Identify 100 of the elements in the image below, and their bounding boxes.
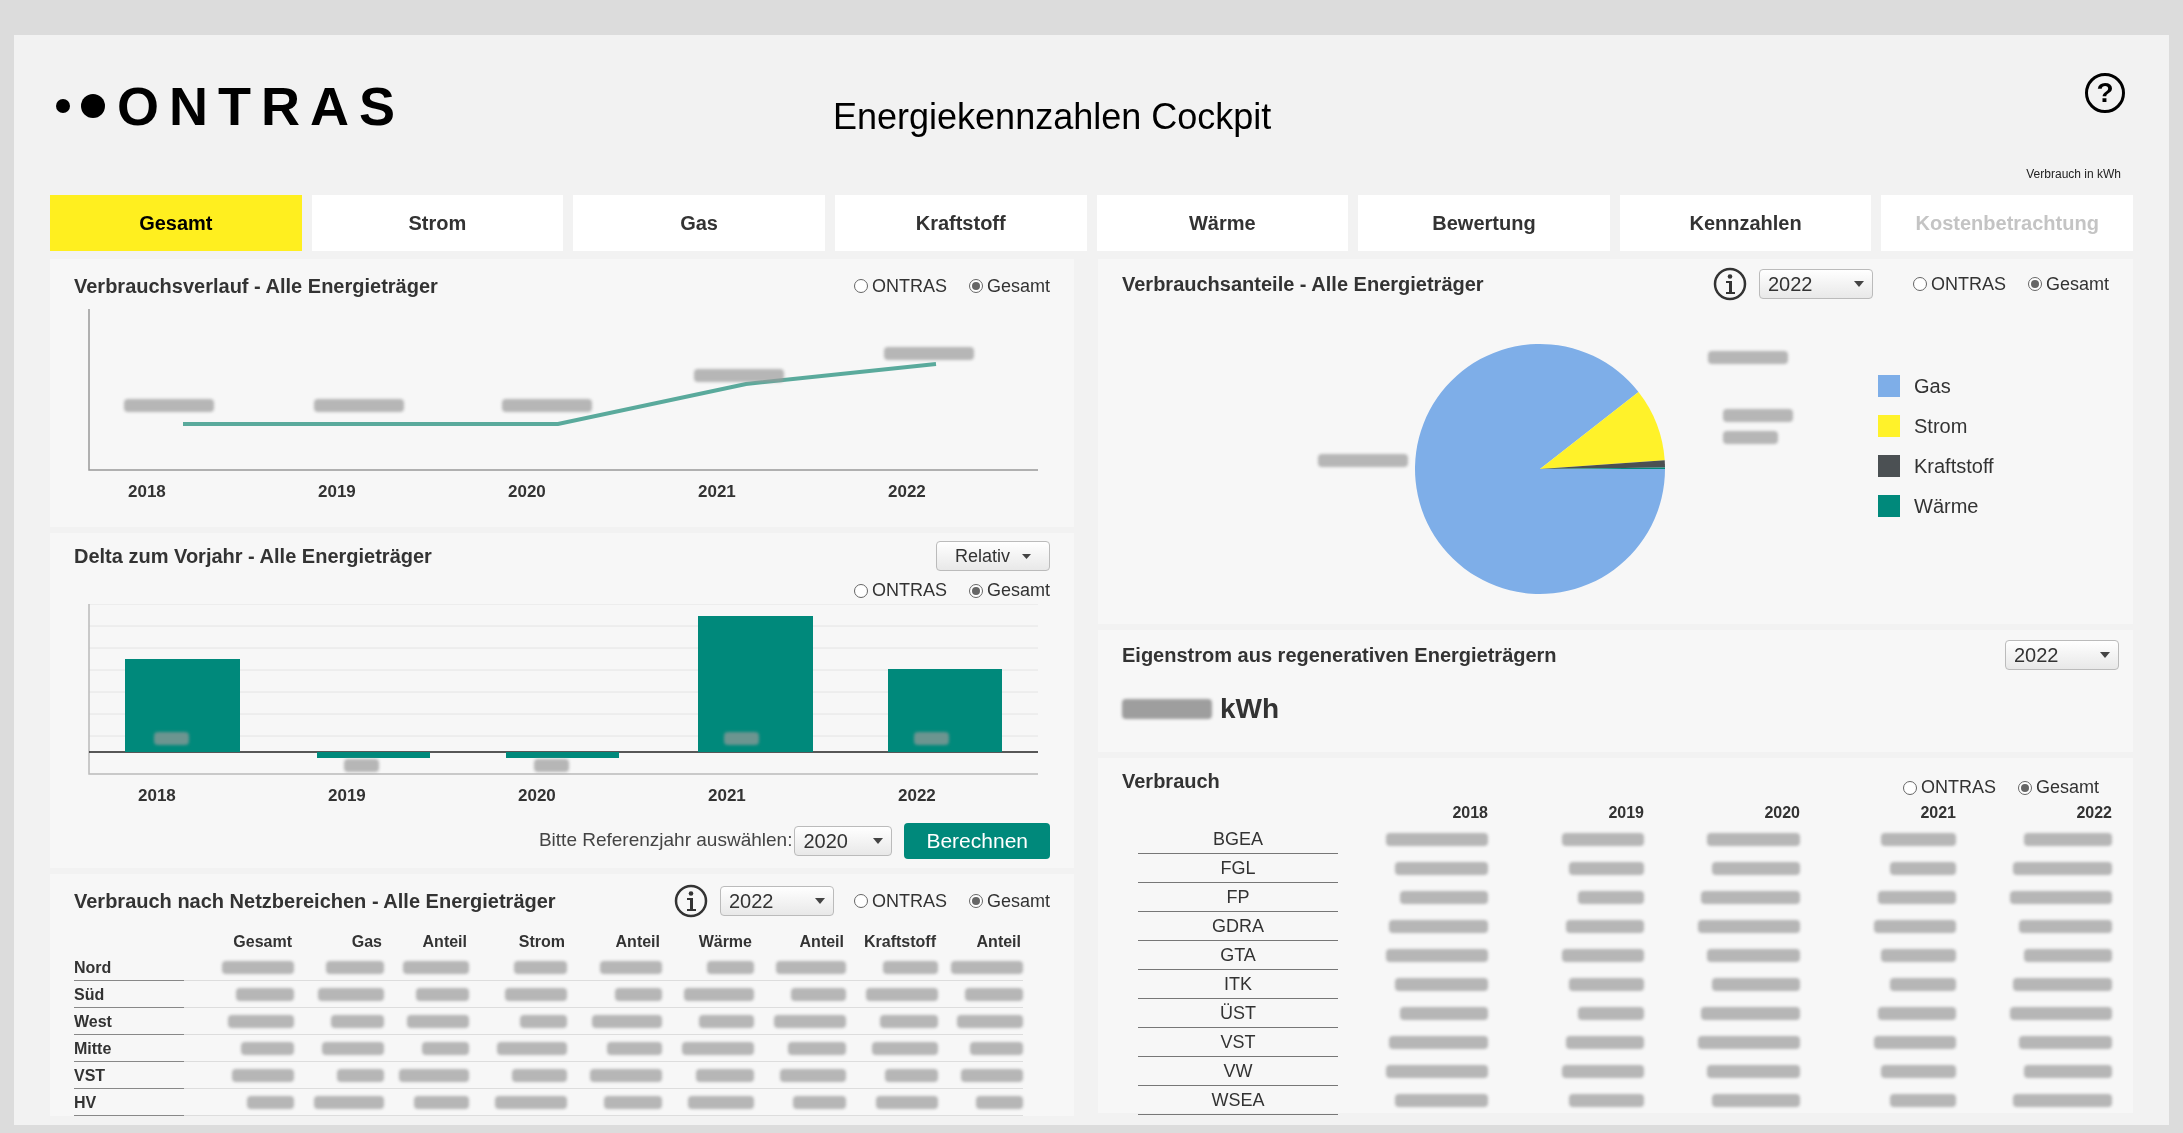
- column-header: Gesamt: [232, 932, 293, 952]
- tab[interactable]: Kraftstoff: [834, 195, 1087, 251]
- panel-title: Verbrauchsanteile - Alle Energieträger: [1122, 272, 1484, 297]
- blurred-value: [790, 987, 846, 1001]
- row-label: WSEA: [1138, 1086, 1338, 1115]
- scope-radio[interactable]: Gesamt: [968, 272, 1050, 300]
- mode-dropdown[interactable]: Relativ: [935, 541, 1050, 571]
- scope-radio[interactable]: ONTRAS: [1902, 774, 1996, 801]
- scope-radio[interactable]: ONTRAS: [853, 577, 947, 604]
- blurred-value: [780, 1068, 846, 1082]
- year-dropdown[interactable]: 2022: [719, 886, 834, 916]
- blurred-value: [236, 987, 294, 1001]
- tab[interactable]: Strom: [311, 195, 564, 251]
- scope-radio[interactable]: Gesamt: [968, 577, 1050, 604]
- blurred-value: [331, 1014, 384, 1028]
- blurred-value: [688, 1095, 754, 1109]
- axis-label: 2019: [328, 785, 367, 807]
- column-header: Anteil: [614, 932, 661, 952]
- blurred-value: [154, 732, 189, 745]
- row-label: West: [74, 1008, 184, 1035]
- panel-title: Verbrauch: [1122, 769, 1220, 794]
- tab[interactable]: Gesamt: [50, 195, 302, 251]
- blurred-value: [422, 1041, 469, 1055]
- blurred-value: [914, 732, 949, 745]
- column-header: 2019: [1607, 803, 1645, 823]
- blurred-value: [416, 987, 469, 1001]
- row-label: VST: [74, 1062, 184, 1089]
- unit-note: Verbrauch in kWh: [2026, 166, 2121, 183]
- row-label: ITK: [1138, 970, 1338, 999]
- blurred-value: [1577, 891, 1644, 904]
- blurred-value: [413, 1095, 469, 1109]
- column-header: Anteil: [975, 932, 1022, 952]
- scope-radio[interactable]: ONTRAS: [853, 272, 947, 300]
- tab[interactable]: Wärme: [1096, 195, 1349, 251]
- tab[interactable]: Kennzahlen: [1619, 195, 1872, 251]
- blurred-value: [951, 960, 1023, 974]
- blurred-value: [520, 1014, 567, 1028]
- blurred-value: [321, 1041, 384, 1055]
- blurred-value: [337, 1068, 384, 1082]
- caret-icon: [1022, 553, 1031, 559]
- blurred-value: [241, 1041, 294, 1055]
- blurred-value: [707, 960, 754, 974]
- axis-label: 2019: [318, 481, 357, 503]
- scope-radio[interactable]: Gesamt: [2027, 270, 2109, 298]
- blurred-value: [1889, 862, 1956, 875]
- row-label: GDRA: [1138, 912, 1338, 941]
- axis-label: 2021: [708, 785, 747, 807]
- blurred-value: [880, 1014, 938, 1028]
- axis-label: 2022: [898, 785, 937, 807]
- column-header: 2020: [1763, 803, 1801, 823]
- blurred-value: [872, 1041, 938, 1055]
- year-dropdown[interactable]: 2022: [2005, 640, 2119, 670]
- tab[interactable]: Gas: [573, 195, 825, 251]
- row-label: Mitte: [74, 1035, 184, 1062]
- info-icon[interactable]: [673, 884, 708, 918]
- blurred-value: [1889, 1094, 1956, 1107]
- blurred-value: [866, 987, 938, 1001]
- blurred-value: [957, 1014, 1023, 1028]
- axis-label: 2022: [888, 481, 927, 503]
- blurred-value: [875, 1095, 938, 1109]
- scope-radio[interactable]: Gesamt: [968, 887, 1050, 915]
- help-button[interactable]: ?: [2085, 73, 2125, 113]
- row-label: VW: [1138, 1057, 1338, 1086]
- legend-label: Gas: [1914, 374, 1951, 399]
- axis-label: 2020: [508, 481, 547, 503]
- scope-radio[interactable]: ONTRAS: [1912, 270, 2006, 298]
- row-label: HV: [74, 1089, 184, 1116]
- caret-icon: [1853, 281, 1864, 287]
- blurred-value: [318, 987, 384, 1001]
- panel-title: Delta zum Vorjahr - Alle Energieträger: [74, 544, 432, 569]
- column-header: 2021: [1919, 803, 1957, 823]
- blurred-value: [604, 1095, 662, 1109]
- blurred-value: [514, 960, 567, 974]
- blurred-value: [592, 1014, 662, 1028]
- row-label: FP: [1138, 883, 1338, 912]
- blurred-value: [776, 960, 846, 974]
- blurred-value: [698, 1014, 754, 1028]
- blurred-value: [403, 960, 469, 974]
- blurred-value: [495, 1095, 567, 1109]
- year-dropdown[interactable]: 2020: [794, 825, 893, 856]
- blurred-value: [247, 1095, 294, 1109]
- calculate-button[interactable]: Berechnen: [904, 822, 1050, 859]
- scope-radio[interactable]: ONTRAS: [853, 887, 947, 915]
- axis-label: 2020: [518, 785, 557, 807]
- blurred-value: [793, 1095, 846, 1109]
- blurred-value: [774, 1014, 846, 1028]
- blurred-value: [1577, 1007, 1644, 1020]
- blurred-value: [615, 987, 662, 1001]
- blurred-value: [682, 1041, 754, 1055]
- unit-label: kWh: [1220, 692, 1280, 726]
- scope-radio[interactable]: Gesamt: [2017, 774, 2099, 801]
- blurred-value: [399, 1068, 469, 1082]
- info-icon[interactable]: [1712, 267, 1747, 301]
- blurred-value: [497, 1041, 567, 1055]
- blurred-value: [590, 1068, 662, 1082]
- year-dropdown[interactable]: 2022: [1758, 269, 1873, 299]
- row-label: Nord: [74, 954, 184, 981]
- column-header: 2022: [2075, 803, 2113, 823]
- panel-title: Verbrauch nach Netzbereichen - Alle Energieträger: [74, 889, 556, 914]
- tab[interactable]: Bewertung: [1358, 195, 1610, 251]
